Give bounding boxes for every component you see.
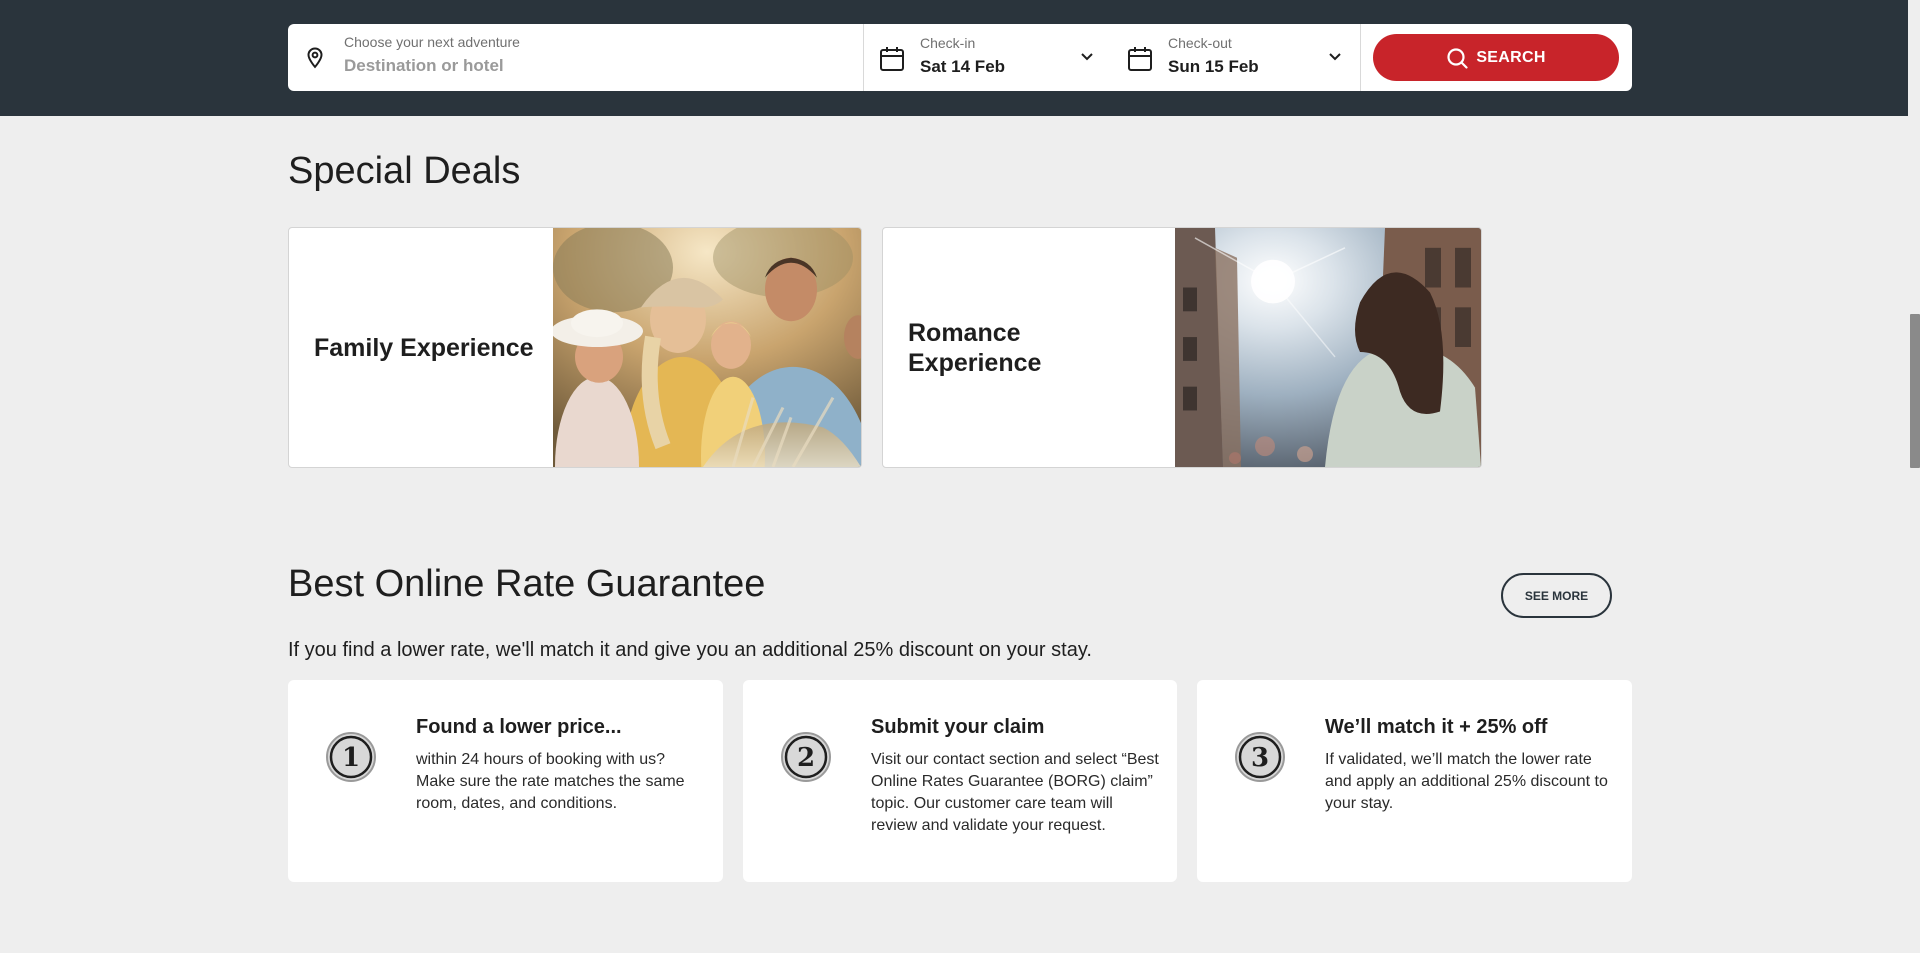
- checkout-label: Check-out: [1168, 35, 1232, 51]
- borg-subtitle: If you find a lower rate, we'll match it…: [288, 639, 1092, 661]
- destination-field[interactable]: Choose your next adventure: [288, 24, 864, 91]
- step-text: within 24 hours of booking with us? Make…: [416, 751, 685, 812]
- step-number: 3: [1251, 743, 1269, 773]
- step-title: Submit your claim: [871, 716, 1045, 738]
- checkin-value: Sat 14 Feb: [920, 57, 1006, 76]
- borg-step-card: 1 Found a lower price... within 24 hours…: [288, 680, 723, 882]
- chevron-down-icon: [1081, 53, 1093, 61]
- calendar-icon: [1128, 47, 1152, 71]
- step-number: 1: [342, 743, 360, 773]
- step-number-badge: 1: [324, 730, 378, 784]
- divider: [1360, 24, 1361, 91]
- checkin-label: Check-in: [920, 35, 976, 51]
- romance-photo: [1175, 228, 1481, 467]
- scrollbar-track[interactable]: [1908, 0, 1920, 953]
- location-pin-icon: [307, 47, 323, 69]
- search-icon: [1447, 47, 1468, 69]
- borg-title: Best Online Rate Guarantee: [288, 563, 766, 605]
- chevron-down-icon: [1329, 53, 1341, 61]
- see-more-button[interactable]: SEE MORE: [1501, 573, 1612, 618]
- checkout-value: Sun 15 Feb: [1168, 57, 1259, 76]
- search-button-label: SEARCH: [1476, 48, 1546, 66]
- deal-card-label: Family Experience: [314, 333, 534, 362]
- deal-card-romance[interactable]: Romance Experience: [882, 227, 1482, 468]
- search-header: Choose your next adventure Check-in Sat …: [0, 0, 1908, 116]
- step-title: We’ll match it + 25% off: [1325, 716, 1548, 738]
- family-photo: [553, 228, 861, 467]
- step-text: Visit our contact section and select “Be…: [871, 751, 1159, 834]
- step-number: 2: [797, 743, 815, 773]
- deal-card-family[interactable]: Family Experience: [288, 227, 862, 468]
- borg-step-card: 2 Submit your claim Visit our contact se…: [743, 680, 1177, 882]
- checkout-picker[interactable]: Check-out Sun 15 Feb: [1112, 24, 1360, 91]
- step-text: If validated, we’ll match the lower rate…: [1325, 751, 1608, 812]
- special-deals-title: Special Deals: [288, 150, 521, 192]
- checkin-picker[interactable]: Check-in Sat 14 Feb: [864, 24, 1112, 91]
- step-number-badge: 2: [779, 730, 833, 784]
- calendar-icon: [880, 47, 904, 71]
- borg-step-card: 3 We’ll match it + 25% off If validated,…: [1197, 680, 1632, 882]
- deal-card-label: Romance Experience: [908, 318, 1042, 377]
- search-button[interactable]: SEARCH: [1373, 34, 1619, 81]
- destination-label: Choose your next adventure: [344, 34, 520, 50]
- search-bar: Choose your next adventure Check-in Sat …: [288, 24, 1632, 91]
- step-number-badge: 3: [1233, 730, 1287, 784]
- scrollbar-thumb[interactable]: [1910, 314, 1920, 468]
- destination-input[interactable]: [344, 56, 824, 76]
- step-title: Found a lower price...: [416, 716, 622, 738]
